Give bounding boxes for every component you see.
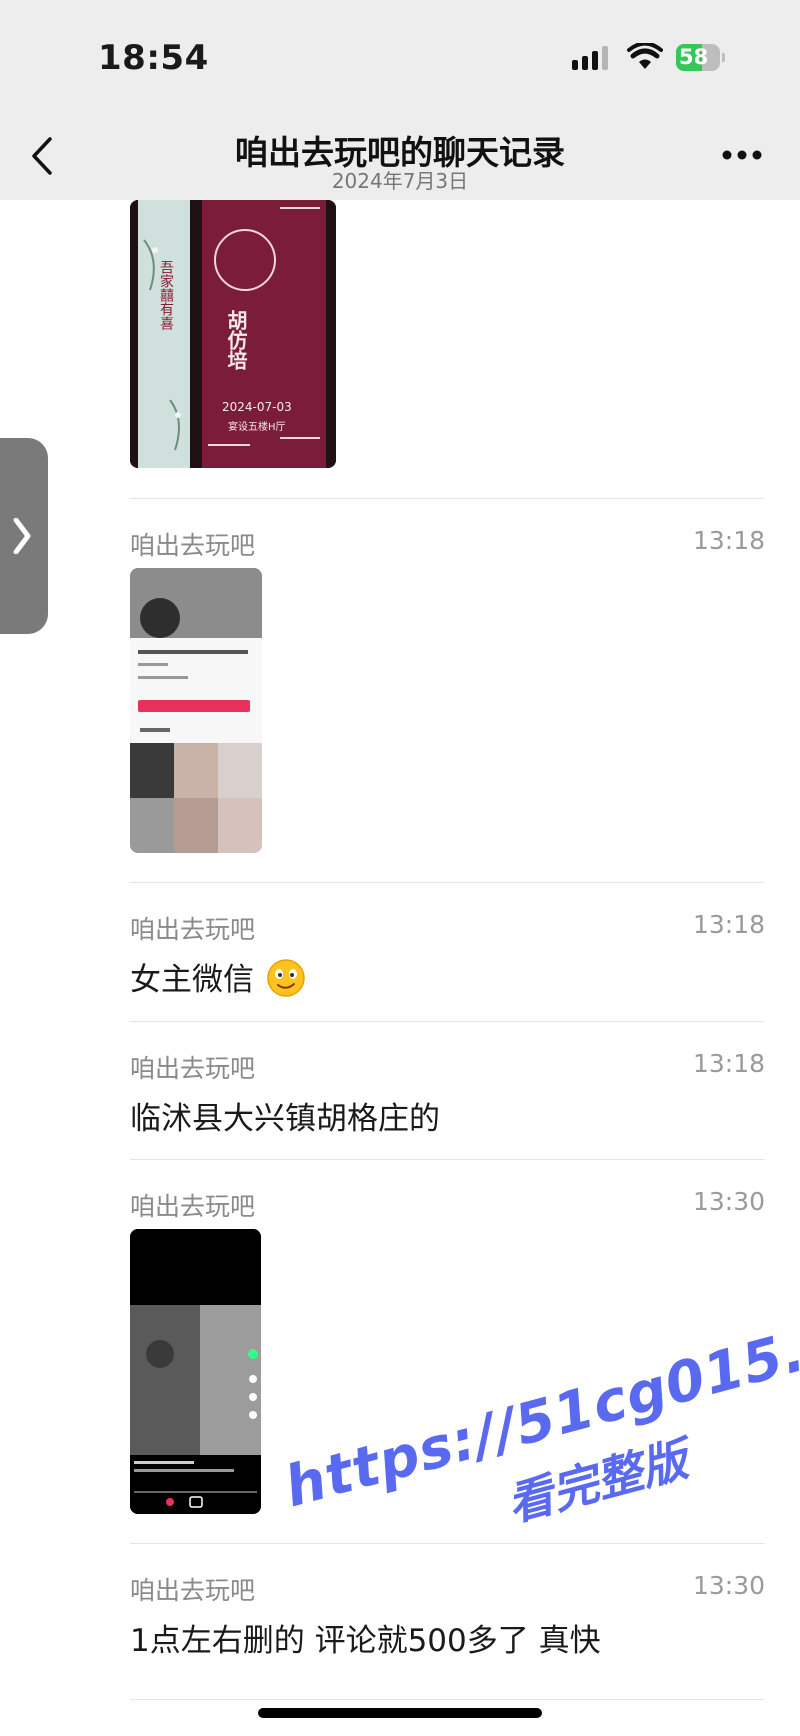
sign-date: 2024-07-03 xyxy=(222,400,292,414)
nav-bar: 咱出去玩吧的聊天记录 2024年7月3日 xyxy=(0,110,800,200)
sender-name: 咱出去玩吧 xyxy=(130,531,256,560)
sender-name: 咱出去玩吧 xyxy=(130,1192,256,1221)
video-screenshot-illustration xyxy=(130,1229,261,1514)
message-item: 咱出去玩吧 13:18 临沭县大兴镇胡格庄的 xyxy=(130,1049,765,1159)
message-text: 女主微信 xyxy=(130,962,254,998)
video-screenshot-image[interactable] xyxy=(130,1229,261,1514)
status-time: 18:54 xyxy=(98,38,209,78)
message-text: 临沭县大兴镇胡格庄的 xyxy=(130,1101,440,1137)
message-time: 13:18 xyxy=(692,1049,765,1078)
sender-name: 咱出去玩吧 xyxy=(130,1576,256,1605)
more-icon[interactable] xyxy=(722,150,762,160)
emoji-icon xyxy=(267,959,305,997)
status-bar: 18:54 58 xyxy=(0,0,800,110)
home-indicator xyxy=(258,1708,542,1718)
battery-percent: 58 xyxy=(679,45,709,69)
wifi-icon xyxy=(627,43,663,69)
sender-name: 咱出去玩吧 xyxy=(130,915,256,944)
divider xyxy=(130,498,765,499)
divider xyxy=(130,1159,765,1160)
divider xyxy=(130,882,765,883)
message-time: 13:18 xyxy=(692,910,765,939)
message-item: 咱出去玩吧 13:18 女主微信 xyxy=(130,910,765,1020)
message-text-row: 女主微信 xyxy=(130,954,306,999)
message-time: 13:30 xyxy=(692,1571,765,1600)
sign-venue: 宴设五楼H厅 xyxy=(228,422,286,433)
message-time: 13:18 xyxy=(692,526,765,555)
profile-screenshot-image[interactable] xyxy=(130,568,262,853)
chevron-right-icon xyxy=(13,518,31,554)
message-text: 1点左右删的 评论就500多了 真快 xyxy=(130,1623,601,1659)
sign-side-text: 吾家囍有喜 xyxy=(158,260,174,330)
battery-icon: 58 xyxy=(676,44,725,71)
sign-names: 胡仿培 xyxy=(224,310,248,370)
sender-name: 咱出去玩吧 xyxy=(130,1054,256,1083)
signal-icon xyxy=(572,46,608,70)
profile-screenshot-illustration xyxy=(130,568,262,853)
message-time: 13:30 xyxy=(692,1187,765,1216)
divider xyxy=(130,1699,765,1700)
page-subtitle: 2024年7月3日 xyxy=(331,169,469,193)
side-handle[interactable] xyxy=(0,438,48,634)
message-item: 咱出去玩吧 13:30 1点左右删的 评论就500多了 真快 xyxy=(130,1571,765,1681)
divider xyxy=(130,1021,765,1022)
wedding-sign-image[interactable]: 吾家囍有喜 胡仿培 2024-07-03 宴设五楼H厅 xyxy=(130,200,336,468)
